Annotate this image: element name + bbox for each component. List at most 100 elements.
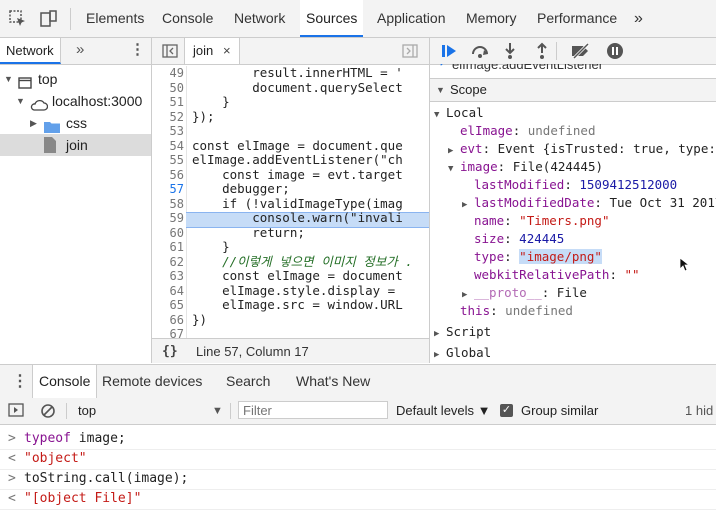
pretty-print-icon[interactable]: {} xyxy=(162,339,178,363)
more-tabs-button[interactable]: » xyxy=(634,0,643,37)
tree-label: join xyxy=(66,137,88,153)
code-area[interactable]: 49 result.innerHTML = ' 50 document.quer… xyxy=(152,65,429,341)
pause-on-exceptions-icon[interactable] xyxy=(606,42,624,63)
code-line: const image = evt.target xyxy=(192,166,403,182)
prop-lastmodifieddate[interactable]: ▶ lastModifiedDate: Tue Oct 31 2017 xyxy=(462,194,716,214)
scope-var-image[interactable]: ▼ image: File(424445) xyxy=(448,158,603,178)
collapse-triangle-icon: ▶ xyxy=(434,350,440,360)
code-line-paused: debugger; xyxy=(192,181,290,196)
console-input-line: > typeof image; xyxy=(0,429,716,450)
tree-label: top xyxy=(38,71,58,87)
scope-var-elimage[interactable]: elImage: undefined xyxy=(460,122,595,140)
tab-network[interactable]: Network xyxy=(234,0,285,37)
tree-item-css[interactable]: ▶ css xyxy=(0,112,151,134)
devtools-tabbar: Elements Console Network Sources Applica… xyxy=(0,0,716,38)
console-text: image; xyxy=(70,431,126,446)
output-prompt-icon: < xyxy=(8,491,16,506)
input-prompt-icon: > xyxy=(8,471,16,486)
prop-type[interactable]: type: "image/png" xyxy=(474,248,602,266)
code-line: } xyxy=(192,239,230,254)
prop-webkitrelativepath[interactable]: webkitRelativePath: "" xyxy=(474,266,640,284)
gutter-divider xyxy=(186,66,187,338)
group-similar-checkbox[interactable]: ✓ xyxy=(500,404,513,417)
call-stack-fragment[interactable]: ➜ elImage.addEventListener xyxy=(430,64,716,78)
file-navigator: Network » ⋮ ▼ top ▼ localhost:3000 ▶ css… xyxy=(0,38,152,363)
step-into-icon[interactable] xyxy=(502,42,518,63)
context-selector[interactable]: top xyxy=(78,398,96,424)
resume-icon[interactable] xyxy=(440,42,458,63)
show-sidebar-icon[interactable] xyxy=(8,403,24,420)
drawer-menu-icon[interactable]: ⋮ xyxy=(12,365,28,398)
cursor-position: Line 57, Column 17 xyxy=(196,344,309,359)
tree-item-localhost[interactable]: ▼ localhost:3000 xyxy=(0,90,151,112)
line-number: 59 xyxy=(169,211,184,225)
console-filter-input[interactable] xyxy=(238,401,388,419)
console-output-line: < "object" xyxy=(0,449,716,470)
code-line: elImage.addEventListener("ch xyxy=(192,152,403,167)
drawer-tab-search[interactable]: Search xyxy=(226,365,270,398)
editor-statusbar: {} Line 57, Column 17 xyxy=(152,338,429,363)
scope-var-this[interactable]: this: undefined xyxy=(460,302,573,320)
clear-console-icon[interactable] xyxy=(40,403,56,422)
prop-value: "" xyxy=(624,267,640,282)
code-line: document.querySelect xyxy=(192,79,403,95)
tab-console[interactable]: Console xyxy=(162,0,213,37)
tab-elements[interactable]: Elements xyxy=(86,0,144,37)
line-number: 50 xyxy=(169,80,184,95)
deactivate-breakpoints-icon[interactable] xyxy=(570,42,592,63)
drawer-tab-remote-devices[interactable]: Remote devices xyxy=(102,365,202,398)
code-line: const elImage = document xyxy=(192,268,403,283)
step-out-icon[interactable] xyxy=(534,42,550,63)
tree-label: localhost:3000 xyxy=(52,93,143,109)
line-number: 56 xyxy=(169,167,184,182)
navigator-more-button[interactable]: » xyxy=(76,38,84,62)
expand-triangle-icon: ▼ xyxy=(16,96,25,106)
prop-value-selected[interactable]: "image/png" xyxy=(519,249,602,264)
device-toolbar-icon[interactable] xyxy=(38,9,58,29)
prop-name[interactable]: name: "Timers.png" xyxy=(474,212,609,230)
prop-proto[interactable]: ▶ __proto__: File xyxy=(462,284,587,304)
console-result: "[object File]" xyxy=(24,491,142,506)
code-line: const elImage = document.que xyxy=(192,137,403,153)
tab-performance[interactable]: Performance xyxy=(537,0,617,37)
keyword: typeof xyxy=(24,431,71,446)
tab-application[interactable]: Application xyxy=(377,0,446,37)
expand-triangle-icon: ▼ xyxy=(434,110,440,120)
close-tab-icon[interactable]: × xyxy=(223,38,231,64)
default-levels-dropdown[interactable]: Default levels ▼ xyxy=(396,398,491,424)
scope-script-header[interactable]: ▶ Script xyxy=(434,323,491,343)
var-name: evt xyxy=(460,141,483,156)
toggle-navigator-icon[interactable] xyxy=(162,44,178,61)
collapse-triangle-icon: ▶ xyxy=(30,118,37,128)
drawer-tab-console[interactable]: Console xyxy=(32,365,98,398)
tab-sources[interactable]: Sources xyxy=(300,0,364,37)
prop-value: Tue Oct 31 2017 xyxy=(609,195,716,210)
editor-tabbar: join × xyxy=(152,38,429,65)
navigator-tab-network[interactable]: Network xyxy=(0,38,61,64)
scope-global-header[interactable]: ▶ Global xyxy=(434,344,491,363)
tab-memory[interactable]: Memory xyxy=(466,0,517,37)
expand-triangle-icon: ▼ xyxy=(4,74,13,84)
inspect-element-icon[interactable] xyxy=(8,9,28,29)
console-messages[interactable]: > typeof image; < "object" > toString.ca… xyxy=(0,427,716,514)
line-number: 58 xyxy=(169,196,184,211)
collapse-triangle-icon: ▶ xyxy=(462,200,468,210)
call-frame-label: elImage.addEventListener xyxy=(452,64,604,72)
editor-file-tab[interactable]: join × xyxy=(184,38,240,64)
console-input-line: > toString.call(image); xyxy=(0,469,716,490)
tree-item-join[interactable]: join xyxy=(0,134,151,156)
line-number: 53 xyxy=(169,124,184,138)
scope-local-header[interactable]: ▼ Local xyxy=(434,104,484,124)
drawer-tab-whats-new[interactable]: What's New xyxy=(296,365,370,398)
debugger-toolbar xyxy=(430,38,716,65)
scope-section-header[interactable]: ▼ Scope xyxy=(430,78,716,102)
scope-var-evt[interactable]: ▶ evt: Event {isTrusted: true, type: xyxy=(448,140,716,160)
step-over-icon[interactable] xyxy=(470,42,490,63)
navigator-menu-icon[interactable]: ⋮ xyxy=(130,38,145,62)
prop-size[interactable]: size: 424445 xyxy=(474,230,564,248)
tree-item-top[interactable]: ▼ top xyxy=(0,68,151,90)
toggle-debugger-icon[interactable] xyxy=(402,44,418,61)
context-dropdown-icon[interactable]: ▼ xyxy=(212,398,223,424)
prop-lastmodified[interactable]: lastModified: 1509412512000 xyxy=(474,176,677,194)
file-tab-label: join xyxy=(193,43,214,58)
